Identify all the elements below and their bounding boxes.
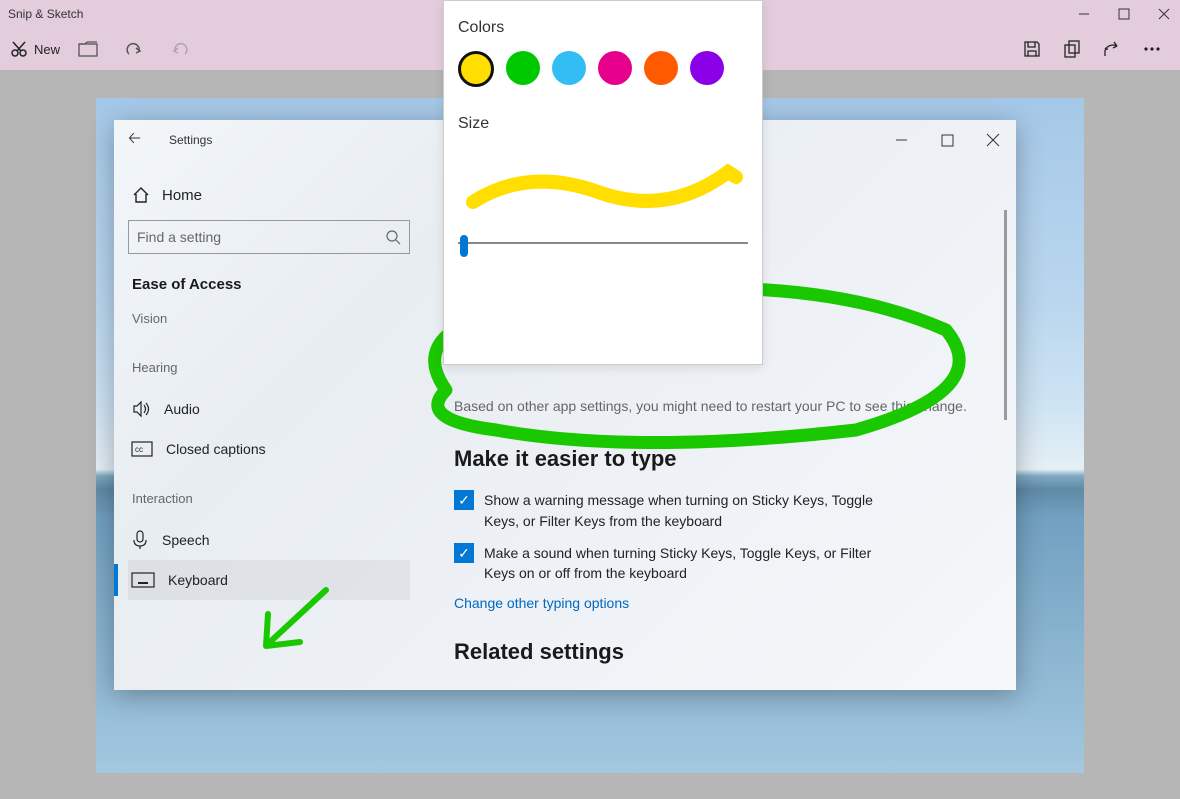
highlighter-popup: Colors Size: [443, 0, 763, 365]
checkbox-warning-label: Show a warning message when turning on S…: [484, 490, 904, 531]
settings-sidebar: Home Find a setting Ease of Access Visio…: [114, 172, 424, 600]
section-make-easier: Make it easier to type: [454, 446, 977, 472]
size-label: Size: [458, 115, 748, 133]
audio-icon: [132, 400, 150, 418]
more-icon: [1143, 46, 1161, 52]
close-button[interactable]: [1156, 6, 1172, 22]
settings-close[interactable]: [970, 120, 1016, 160]
redo-button[interactable]: [162, 31, 198, 67]
slider-thumb[interactable]: [460, 235, 468, 257]
settings-title: Settings: [169, 133, 212, 147]
redo-icon: [171, 40, 189, 58]
swatch-blue[interactable]: [552, 51, 586, 85]
checkmark-icon: ✓: [454, 543, 474, 563]
back-button[interactable]: 🡠: [128, 127, 141, 154]
size-slider[interactable]: [458, 233, 748, 253]
restart-note: Based on other app settings, you might n…: [454, 396, 977, 416]
keyboard-label: Keyboard: [168, 572, 228, 588]
audio-label: Audio: [164, 401, 200, 417]
minimize-button[interactable]: [1076, 6, 1092, 22]
sidebar-item-speech[interactable]: Speech: [128, 520, 410, 560]
checkbox-warning[interactable]: ✓ Show a warning message when turning on…: [454, 490, 977, 531]
app-title: Snip & Sketch: [8, 7, 83, 21]
window-controls: [1076, 6, 1172, 22]
home-link[interactable]: Home: [132, 186, 410, 204]
keyboard-icon: [132, 573, 154, 587]
search-icon: [386, 230, 401, 245]
group-vision: Vision: [132, 311, 410, 326]
undo-icon: [125, 40, 143, 58]
swatch-orange[interactable]: [644, 51, 678, 85]
copy-button[interactable]: [1054, 31, 1090, 67]
save-button[interactable]: [1014, 31, 1050, 67]
settings-maximize[interactable]: [924, 120, 970, 160]
swatch-green[interactable]: [506, 51, 540, 85]
undo-button[interactable]: [116, 31, 152, 67]
svg-text:cc: cc: [135, 445, 143, 454]
swatch-purple[interactable]: [690, 51, 724, 85]
swatch-yellow[interactable]: [458, 51, 494, 87]
search-placeholder: Find a setting: [137, 229, 386, 245]
open-button[interactable]: [70, 31, 106, 67]
more-button[interactable]: [1134, 31, 1170, 67]
save-icon: [1023, 40, 1041, 58]
mic-icon: [132, 530, 148, 550]
home-label: Home: [162, 187, 202, 204]
section-related: Related settings: [454, 639, 977, 665]
sidebar-item-audio[interactable]: Audio: [128, 389, 410, 429]
share-icon: [1103, 40, 1121, 58]
checkmark-icon: ✓: [454, 490, 474, 510]
new-snip-button[interactable]: New: [10, 40, 60, 58]
snip-icon: [10, 40, 28, 58]
copy-icon: [1063, 40, 1081, 58]
group-hearing: Hearing: [132, 360, 410, 375]
sidebar-item-captions[interactable]: cc Closed captions: [128, 429, 410, 469]
snip-sketch-window: Snip & Sketch New: [0, 0, 1180, 799]
home-icon: [132, 186, 150, 204]
checkbox-sound-label: Make a sound when turning Sticky Keys, T…: [484, 543, 904, 584]
settings-window-controls: [878, 120, 1016, 160]
link-typing-options[interactable]: Change other typing options: [454, 595, 977, 611]
swatch-magenta[interactable]: [598, 51, 632, 85]
maximize-button[interactable]: [1116, 6, 1132, 22]
folder-icon: [79, 42, 97, 56]
captions-label: Closed captions: [166, 441, 266, 457]
captions-icon: cc: [132, 442, 152, 456]
colors-label: Colors: [458, 19, 748, 37]
size-preview: [458, 147, 748, 227]
speech-label: Speech: [162, 532, 209, 548]
group-interaction: Interaction: [132, 491, 410, 506]
scrollbar[interactable]: [1004, 210, 1007, 420]
checkbox-sound[interactable]: ✓ Make a sound when turning Sticky Keys,…: [454, 543, 977, 584]
color-swatches: [458, 51, 748, 87]
category-title: Ease of Access: [132, 276, 410, 293]
new-label: New: [34, 42, 60, 57]
slider-track: [458, 242, 748, 244]
sidebar-item-keyboard[interactable]: Keyboard: [128, 560, 410, 600]
settings-minimize[interactable]: [878, 120, 924, 160]
search-input[interactable]: Find a setting: [128, 220, 410, 254]
share-button[interactable]: [1094, 31, 1130, 67]
